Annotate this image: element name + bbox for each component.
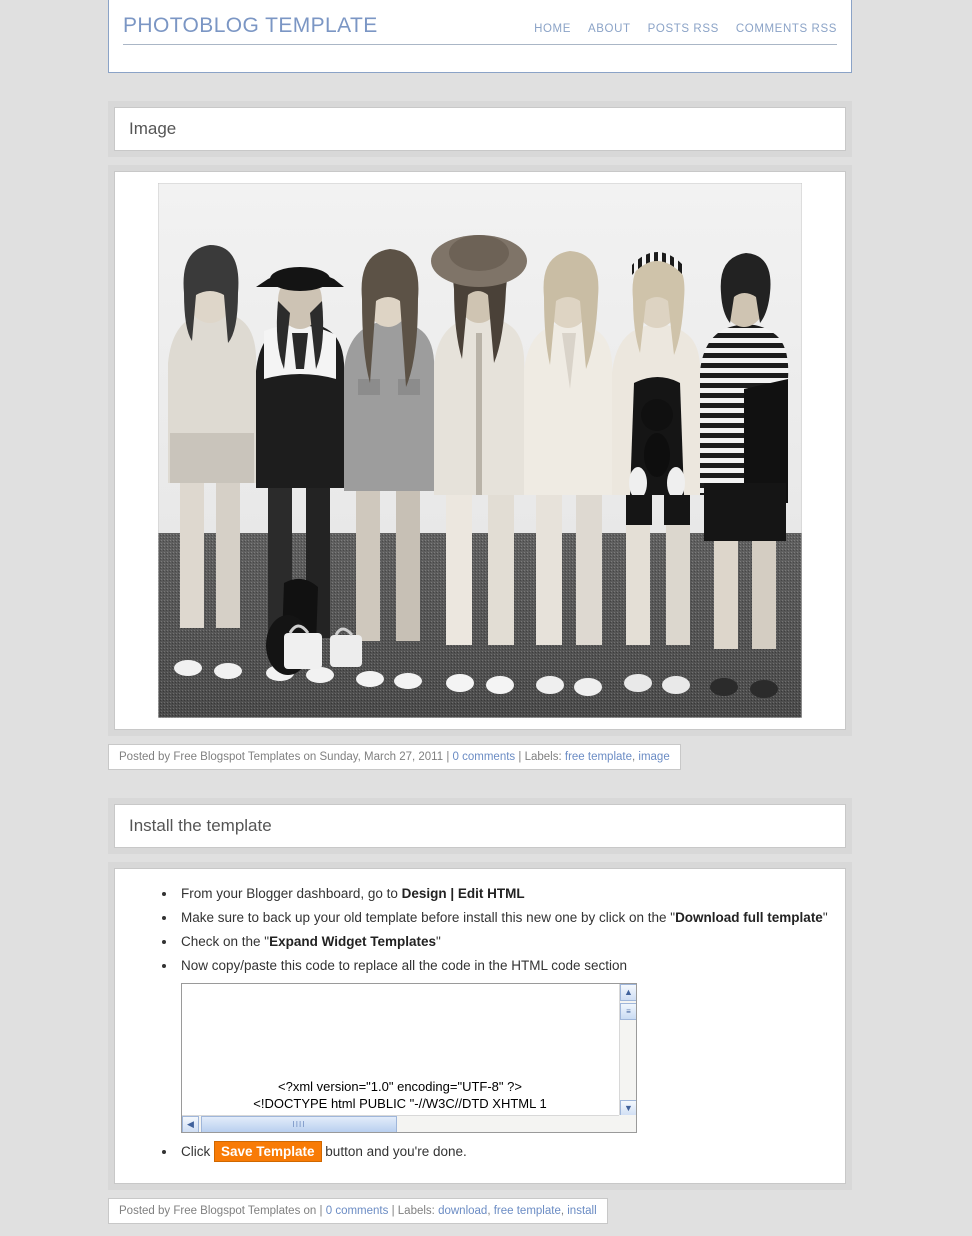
install-step-4: Now copy/paste this code to replace all … xyxy=(177,955,845,1133)
install-step-2: Make sure to back up your old template b… xyxy=(177,907,845,929)
post-image-body-box xyxy=(114,171,846,730)
label-free-template-2[interactable]: free template xyxy=(494,1205,561,1217)
template-code-content: <?xml version="1.0" encoding="UTF-8" ?> … xyxy=(182,1078,618,1112)
final-step-suffix: button and you're done. xyxy=(321,1144,467,1159)
template-code-textarea[interactable]: <?xml version="1.0" encoding="UTF-8" ?> … xyxy=(181,983,637,1133)
post-image-footer: Posted by Free Blogspot Templates on Sun… xyxy=(108,744,681,770)
post-install-posted-by: Posted by Free Blogspot Templates on xyxy=(119,1205,317,1217)
code-line-1: <?xml version="1.0" encoding="UTF-8" ?> xyxy=(278,1079,522,1094)
post-install-body-box: From your Blogger dashboard, go to Desig… xyxy=(114,868,846,1184)
step2-text-plain: Make sure to back up your old template b… xyxy=(181,910,676,925)
code-line-2: <!DOCTYPE html PUBLIC "-//W3C//DTD XHTML… xyxy=(253,1096,547,1111)
label-comma-1: , xyxy=(632,751,636,763)
horizontal-thumb-grip-icon: IIII xyxy=(292,1119,306,1129)
label-install[interactable]: install xyxy=(567,1205,596,1217)
post-image-holder xyxy=(115,172,845,729)
label-free-template[interactable]: free template xyxy=(565,751,632,763)
step1-text-plain: From your Blogger dashboard, go to xyxy=(181,886,402,901)
main-navigation: HOME ABOUT POSTS RSS COMMENTS RSS xyxy=(534,23,837,35)
post-image-comments-link[interactable]: 0 comments xyxy=(453,751,516,763)
post-install-comments-link[interactable]: 0 comments xyxy=(326,1205,389,1217)
footer-sep-1: | xyxy=(446,751,450,763)
page-root: PHOTOBLOG TEMPLATE HOME ABOUT POSTS RSS … xyxy=(0,0,972,1224)
scrollbar-corner xyxy=(619,1115,636,1132)
install-steps-list: From your Blogger dashboard, go to Desig… xyxy=(115,883,845,1163)
step3-text-tail: " xyxy=(436,934,441,949)
post-install-title-box: Install the template xyxy=(114,804,846,848)
post-image-title-frame: Image xyxy=(108,101,852,157)
install-step-3: Check on the "Expand Widget Templates" xyxy=(177,931,845,953)
blog-title: PHOTOBLOG TEMPLATE xyxy=(123,14,378,37)
chevron-up-icon[interactable]: ▲ xyxy=(620,984,636,1001)
label-image[interactable]: image xyxy=(638,751,669,763)
nav-link-posts-rss[interactable]: POSTS RSS xyxy=(648,23,719,35)
footer-sep-2: | xyxy=(518,751,522,763)
step2-text-bold: Download full template xyxy=(675,910,823,925)
post-image-footer-row: Posted by Free Blogspot Templates on Sun… xyxy=(119,751,670,763)
nav-link-comments-rss[interactable]: COMMENTS RSS xyxy=(736,23,837,35)
final-step-prefix: Click xyxy=(181,1144,214,1159)
post-install-title-frame: Install the template xyxy=(108,798,852,854)
site-header: PHOTOBLOG TEMPLATE HOME ABOUT POSTS RSS … xyxy=(108,0,852,73)
post-image-title: Image xyxy=(129,119,177,138)
header-top-row: PHOTOBLOG TEMPLATE HOME ABOUT POSTS RSS … xyxy=(123,0,837,45)
textarea-horizontal-scrollbar[interactable]: ◀ IIII ▶ xyxy=(182,1115,636,1132)
textarea-vertical-scrollbar[interactable]: ▲ ≡ ▼ xyxy=(619,984,636,1117)
post-install-title: Install the template xyxy=(129,816,272,835)
post-image-posted-by: Posted by Free Blogspot Templates on Sun… xyxy=(119,751,444,763)
install-step-5: Click Save Template button and you're do… xyxy=(177,1141,845,1163)
step3-text-plain: Check on the " xyxy=(181,934,270,949)
install-step-1: From your Blogger dashboard, go to Desig… xyxy=(177,883,845,905)
vertical-scroll-thumb[interactable]: ≡ xyxy=(620,1003,636,1020)
step2-text-tail: " xyxy=(822,910,828,925)
post-install-footer: Posted by Free Blogspot Templates on | 0… xyxy=(108,1198,608,1224)
nav-link-about[interactable]: ABOUT xyxy=(588,23,631,35)
post-image-labels-prefix: Labels: xyxy=(524,751,562,763)
step1-text-bold: Design | Edit HTML xyxy=(401,886,525,901)
post-install-body-frame: From your Blogger dashboard, go to Desig… xyxy=(108,862,852,1190)
install-label-comma-2: , xyxy=(560,1205,565,1217)
post-install-footer-row: Posted by Free Blogspot Templates on | 0… xyxy=(119,1205,597,1217)
install-label-comma-1: , xyxy=(487,1205,491,1217)
nav-link-home[interactable]: HOME xyxy=(534,23,571,35)
post-install-labels-prefix: Labels: xyxy=(397,1205,435,1217)
save-template-button[interactable]: Save Template xyxy=(214,1141,322,1162)
step3-text-bold: Expand Widget Templates xyxy=(269,934,436,949)
post-image-title-box: Image xyxy=(114,107,846,151)
post-image-body-frame xyxy=(108,165,852,736)
label-download[interactable]: download xyxy=(438,1205,487,1217)
install-footer-sep-1: | xyxy=(319,1205,323,1217)
chevron-left-icon[interactable]: ◀ xyxy=(182,1116,199,1132)
vertical-thumb-grip-icon: ≡ xyxy=(626,1006,631,1016)
vintage-fashion-photo[interactable] xyxy=(158,183,802,718)
horizontal-scroll-thumb[interactable]: IIII xyxy=(201,1116,397,1132)
install-footer-sep-2: | xyxy=(391,1205,395,1217)
step4-text-plain: Now copy/paste this code to replace all … xyxy=(181,958,627,973)
